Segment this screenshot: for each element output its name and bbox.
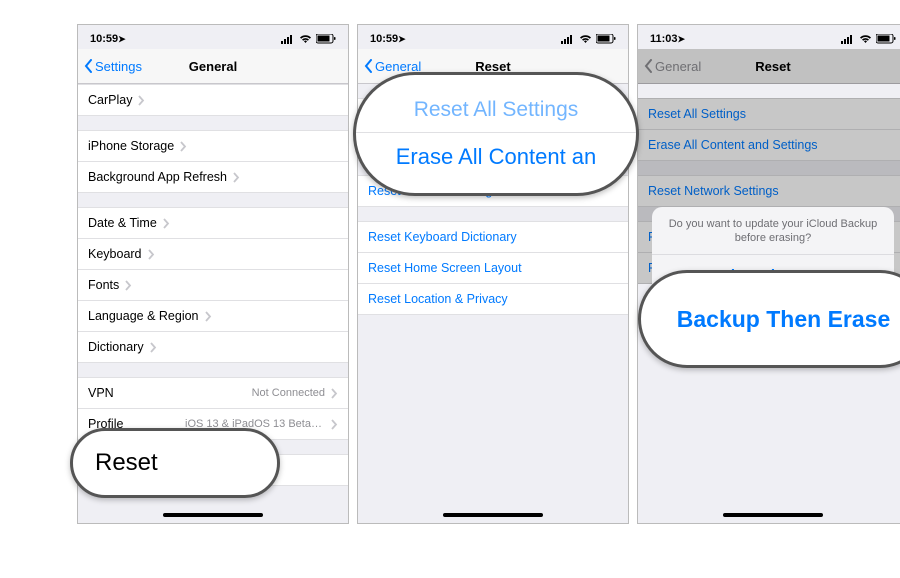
navbar: General Reset (358, 49, 628, 84)
row-secondary: Not Connected (252, 387, 325, 399)
row-erase-all-content[interactable]: Erase All Content and Settings (358, 130, 628, 161)
row-label: Profile (88, 417, 123, 431)
row-label: Erase All Content and Settings (648, 138, 818, 152)
row-fonts[interactable]: Fonts (78, 270, 348, 301)
row-reset-home-screen[interactable]: Reset Home Screen Layout (358, 253, 628, 284)
row-label: Language & Region (88, 309, 199, 323)
row-reset-keyboard-dict[interactable]: Reset Keyboard Dictionary (358, 221, 628, 253)
navbar: Settings General (78, 49, 348, 84)
status-bar: 11:03 ➤ (638, 25, 900, 49)
page-title: Reset (475, 59, 510, 74)
row-reset-all-settings[interactable]: Reset All Settings (638, 98, 900, 130)
status-icons (561, 34, 616, 44)
sheet-backup-then-erase-button[interactable]: Backup Then Erase (652, 254, 894, 296)
row-keyboard[interactable]: Keyboard (78, 239, 348, 270)
home-indicator[interactable] (723, 513, 823, 517)
row-erase-all-content[interactable]: Erase All Content and Settings (638, 130, 900, 161)
row-language-region[interactable]: Language & Region (78, 301, 348, 332)
row-carplay[interactable]: CarPlay (78, 84, 348, 116)
chevron-right-icon (148, 249, 155, 260)
back-button[interactable]: General (644, 59, 701, 74)
row-secondary: iOS 13 & iPadOS 13 Beta Software Pr… (185, 418, 325, 430)
chevron-right-icon (125, 280, 132, 291)
location-arrow-icon: ➤ (678, 34, 686, 45)
row-reset-location-privacy[interactable]: Reset Location & Privacy (358, 284, 628, 315)
status-time: 10:59 (90, 33, 118, 45)
row-label: Reset Home Screen Layout (368, 261, 522, 275)
home-indicator[interactable] (443, 513, 543, 517)
row-label: Reset Network Settings (648, 184, 779, 198)
chevron-right-icon (138, 95, 145, 106)
phone-screen-general: 10:59 ➤ Settings General CarPlay iPhone … (77, 24, 349, 524)
status-bar: 10:59 ➤ (78, 25, 348, 49)
row-label: Erase All Content and Settings (368, 138, 538, 152)
status-icons (281, 34, 336, 44)
location-arrow-icon: ➤ (118, 34, 126, 45)
chevron-right-icon (205, 311, 212, 322)
row-label: Reset All Settings (648, 107, 746, 121)
row-label: Background App Refresh (88, 170, 227, 184)
location-arrow-icon: ➤ (398, 34, 406, 45)
row-date-time[interactable]: Date & Time (78, 207, 348, 239)
row-label: Reset Keyboard Dictionary (368, 230, 517, 244)
status-time: 10:59 (370, 33, 398, 45)
wifi-icon (299, 35, 312, 44)
row-iphone-storage[interactable]: iPhone Storage (78, 130, 348, 162)
row-reset-all-settings[interactable]: Reset All Settings (358, 98, 628, 130)
status-icons (841, 34, 896, 44)
settings-list: CarPlay iPhone Storage Background App Re… (78, 84, 348, 486)
page-title: General (189, 59, 237, 74)
home-indicator[interactable] (163, 513, 263, 517)
back-button[interactable]: General (364, 59, 421, 74)
chevron-left-icon (84, 59, 93, 73)
chevron-left-icon (644, 59, 653, 73)
chevron-right-icon (180, 141, 187, 152)
row-vpn[interactable]: VPN Not Connected (78, 377, 348, 409)
row-background-app-refresh[interactable]: Background App Refresh (78, 162, 348, 193)
row-label: Fonts (88, 278, 119, 292)
row-label: Keyboard (88, 247, 142, 261)
action-sheet: Do you want to update your iCloud Backup… (652, 207, 894, 338)
back-label: General (375, 59, 421, 74)
chevron-right-icon (331, 388, 338, 399)
phone-screen-reset: 10:59 ➤ General Reset Reset All Settings… (357, 24, 629, 524)
chevron-right-icon (127, 465, 134, 476)
sheet-erase-now-button[interactable]: Erase Now (652, 296, 894, 338)
chevron-left-icon (364, 59, 373, 73)
row-label: VPN (88, 386, 114, 400)
row-label: iPhone Storage (88, 139, 174, 153)
row-reset-network[interactable]: Reset Network Settings (638, 175, 900, 207)
chevron-right-icon (233, 172, 240, 183)
row-label: Reset Location & Privacy (368, 292, 508, 306)
back-label: Settings (95, 59, 142, 74)
row-dictionary[interactable]: Dictionary (78, 332, 348, 363)
sheet-message: Do you want to update your iCloud Backup… (652, 207, 894, 254)
row-label: CarPlay (88, 93, 132, 107)
row-label: Dictionary (88, 340, 144, 354)
row-label: Reset Network Settings (368, 184, 499, 198)
signal-icon (281, 35, 295, 44)
reset-list: Reset All Settings Erase All Content and… (358, 98, 628, 315)
chevron-right-icon (331, 419, 338, 430)
back-label: General (655, 59, 701, 74)
back-button[interactable]: Settings (84, 59, 142, 74)
status-time: 11:03 (650, 33, 678, 45)
page-title: Reset (755, 59, 790, 74)
row-label: Reset All Settings (368, 107, 466, 121)
row-reset-network[interactable]: Reset Network Settings (358, 175, 628, 207)
chevron-right-icon (163, 218, 170, 229)
row-label: Reset (88, 463, 121, 477)
battery-icon (316, 34, 336, 44)
chevron-right-icon (150, 342, 157, 353)
phone-screen-confirm: 11:03 ➤ General Reset Reset All Settings… (637, 24, 900, 524)
row-label: Date & Time (88, 216, 157, 230)
status-bar: 10:59 ➤ (358, 25, 628, 49)
row-profile[interactable]: Profile iOS 13 & iPadOS 13 Beta Software … (78, 409, 348, 440)
row-reset[interactable]: Reset (78, 454, 348, 486)
navbar: General Reset (638, 49, 900, 84)
